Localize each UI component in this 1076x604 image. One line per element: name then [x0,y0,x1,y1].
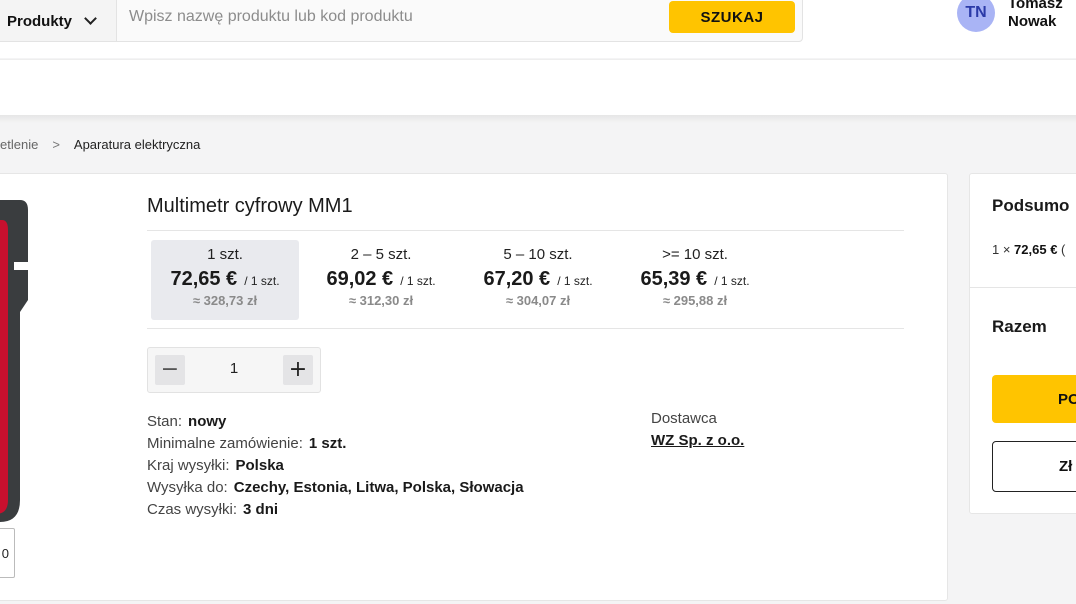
product-card [0,173,948,601]
breadcrumb-item-parent[interactable]: etlenie [0,137,38,152]
tier-price-pln: ≈ 312,30 zł [348,293,414,308]
attribute-label: Wysyłka do: [147,479,228,496]
user-first-name: Tomasz [1008,0,1063,12]
tier-price-pln: ≈ 328,73 zł [192,293,258,308]
tier-price-eur: 72,65 € [170,268,238,290]
order-summary-card: Podsumo 1 × 72,65 € ( Razem PO Zł [969,173,1076,514]
avatar[interactable]: TN [957,0,995,32]
products-dropdown[interactable]: Produkty [0,0,117,41]
product-title: Multimetr cyfrowy MM1 [147,195,353,217]
price-tier-4[interactable]: >= 10 szt. 65,39 € / 1 szt. ≈ 295,88 zł [621,240,769,320]
tier-price-eur: 69,02 € [326,268,394,290]
top-bar: Produkty SZUKAJ TN Tomasz Nowak [0,0,1076,58]
tier-price: 72,65 € / 1 szt. [151,268,299,291]
tier-price-eur: 67,20 € [483,268,551,290]
breadcrumb: etlenie > Aparatura elektryczna [0,137,200,152]
search-button[interactable]: SZUKAJ [669,1,795,33]
supplier-label: Dostawca [651,410,717,427]
attribute-value: nowy [188,413,227,430]
user-name[interactable]: Tomasz Nowak [1008,0,1063,31]
tier-price: 65,39 € / 1 szt. [621,268,769,291]
products-dropdown-label: Produkty [7,12,73,30]
attribute-value: Polska [235,457,284,474]
summary-total-label: Razem [992,317,1047,336]
attribute-row: Kraj wysyłki: Polska [147,455,524,477]
product-attributes: Stan: nowy Minimalne zamówienie: 1 szt. Kr… [147,411,524,521]
user-last-name: Nowak [1008,13,1057,30]
primary-action-button[interactable]: PO [992,375,1076,423]
attribute-label: Stan: [147,413,183,430]
tier-price-unit: / 1 szt. [714,274,750,288]
tier-price: 67,20 € / 1 szt. [464,268,612,291]
search-input[interactable] [129,1,649,33]
summary-line-prefix: 1 × [992,242,1015,257]
nav-shadow [0,115,1076,123]
summary-line-price: 72,65 € [1014,242,1058,257]
divider [970,287,1076,288]
attribute-row: Stan: nowy [147,411,524,433]
supplier-link[interactable]: WZ Sp. z o.o. [651,432,744,449]
attribute-label: Minimalne zamówienie: [147,435,303,452]
price-tier-2[interactable]: 2 – 5 szt. 69,02 € / 1 szt. ≈ 312,30 zł [307,240,455,320]
tier-price-pln: ≈ 304,07 zł [505,293,571,308]
tier-price-unit: / 1 szt. [400,274,436,288]
attribute-label: Kraj wysyłki: [147,457,230,474]
increase-quantity-button[interactable]: + [283,355,313,385]
summary-line: 1 × 72,65 € ( [992,242,1065,257]
breadcrumb-item-current[interactable]: Aparatura elektryczna [74,137,200,152]
tier-price: 69,02 € / 1 szt. [307,268,455,291]
attribute-value: Czechy, Estonia, Litwa, Polska, Słowacja [233,479,524,496]
secondary-action-button[interactable]: Zł [992,441,1076,492]
tier-quantity: 1 szt. [207,246,243,263]
tier-quantity: >= 10 szt. [662,246,728,263]
chevron-down-icon [84,11,97,25]
quantity-stepper: − 1 + [147,347,321,393]
price-tier-3[interactable]: 5 – 10 szt. 67,20 € / 1 szt. ≈ 304,07 zł [464,240,612,320]
search-bar: Produkty SZUKAJ [0,0,803,42]
divider [147,230,904,231]
attribute-row: Minimalne zamówienie: 1 szt. [147,433,524,455]
quantity-value[interactable]: 1 [188,360,280,377]
tier-price-unit: / 1 szt. [244,274,280,288]
product-image[interactable] [0,200,38,522]
summary-line-suffix: ( [1057,242,1066,257]
summary-title: Podsumo [992,196,1070,215]
navigation-band [0,59,1076,115]
decrease-quantity-button[interactable]: − [155,355,185,385]
attribute-row: Czas wysyłki: 3 dni [147,499,524,521]
tier-price-eur: 65,39 € [640,268,708,290]
breadcrumb-separator: > [52,137,60,152]
price-tier-1[interactable]: 1 szt. 72,65 € / 1 szt. ≈ 328,73 zł [151,240,299,320]
attribute-value: 3 dni [243,501,279,518]
tier-quantity: 2 – 5 szt. [350,246,412,263]
attribute-row: Wysyłka do: Czechy, Estonia, Litwa, Polsk… [147,477,524,499]
tier-price-unit: / 1 szt. [557,274,593,288]
product-thumbnail[interactable]: 0 [0,528,15,578]
divider [147,328,904,329]
tier-price-pln: ≈ 295,88 zł [662,293,728,308]
tier-quantity: 5 – 10 szt. [503,246,573,263]
attribute-value: 1 szt. [308,435,347,452]
attribute-label: Czas wysyłki: [147,501,238,518]
